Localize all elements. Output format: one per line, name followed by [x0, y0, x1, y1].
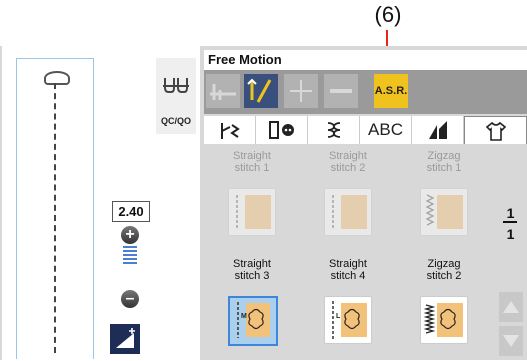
- speed-wedge-button[interactable]: [110, 324, 140, 354]
- sewing-machine-screen: QC/QO 2.40 + – Free Motion A.S.R. ABC St…: [0, 46, 527, 360]
- length-bars-icon: [123, 246, 137, 266]
- tab-decorative-stitch[interactable]: [308, 116, 360, 144]
- straight-stitch-icon: [228, 188, 276, 236]
- presser-foot-icon: [44, 71, 70, 85]
- quilt-icon: [428, 121, 447, 139]
- stitch-zigzag-2[interactable]: Zigzag stitch 2: [402, 252, 486, 352]
- tab-garment[interactable]: [464, 116, 527, 144]
- tab-abc-label: ABC: [368, 120, 403, 139]
- straight-stitch-icon: M: [228, 296, 278, 346]
- stitch-label: Zigzag stitch 2: [426, 258, 462, 282]
- stitch-label: Zigzag stitch 1: [426, 150, 462, 174]
- asr-button[interactable]: A.S.R.: [374, 74, 408, 108]
- shirt-icon: [485, 121, 506, 141]
- needle-plate-icon: [163, 78, 189, 93]
- decrease-button[interactable]: –: [121, 290, 139, 308]
- qc-qo-label: QC/QO: [160, 116, 191, 126]
- page-total: 1: [506, 226, 515, 242]
- page-indicator: 1 1: [494, 144, 527, 360]
- triangle-down-icon: [503, 335, 519, 347]
- needle-plate-icon[interactable]: [206, 74, 240, 108]
- stitch-label: Straight stitch 1: [233, 150, 271, 174]
- stitch-label: Straight stitch 2: [329, 150, 367, 174]
- zigzag-stitch-icon: [420, 188, 468, 236]
- cross-icon[interactable]: [284, 74, 318, 108]
- stitch-line: [54, 83, 56, 353]
- needle-up-down-icon[interactable]: [244, 74, 278, 108]
- tab-quilt[interactable]: [412, 116, 464, 144]
- straight-stitch-icon: [324, 188, 372, 236]
- zigzag-stitch-icon: [420, 296, 468, 344]
- stitch-straight-1[interactable]: Straight stitch 1: [210, 144, 294, 244]
- page-current: 1: [506, 205, 515, 221]
- left-panel: QC/QO 2.40 + –: [2, 46, 200, 360]
- straight-stitch-icon: L: [324, 296, 372, 344]
- stitch-grid: Straight stitch 1 Straight stitch 2 Zigzag…: [204, 144, 494, 360]
- tab-alphabet[interactable]: ABC: [360, 116, 412, 144]
- page-down-button[interactable]: [499, 326, 523, 356]
- stitch-straight-4[interactable]: Straight stitch 4 L: [306, 252, 390, 352]
- category-tabs: ABC: [204, 116, 527, 144]
- increase-button[interactable]: +: [121, 226, 139, 244]
- stitch-label: Straight stitch 3: [233, 258, 271, 282]
- tab-buttonhole[interactable]: [256, 116, 308, 144]
- tab-utility-stitch[interactable]: [204, 116, 256, 144]
- svg-text:L: L: [336, 313, 341, 320]
- triangle-up-icon: [503, 301, 519, 313]
- stitch-zigzag-1[interactable]: Zigzag stitch 1: [402, 144, 486, 244]
- buttonhole-icon: [268, 121, 294, 139]
- callout-label: (6): [374, 2, 402, 27]
- mode-title: Free Motion: [204, 50, 527, 70]
- stitch-length-value: 2.40: [112, 201, 150, 222]
- svg-text:M: M: [241, 313, 247, 320]
- stitch-straight-3[interactable]: Straight stitch 3 M: [210, 252, 294, 352]
- stitch-straight-2[interactable]: Straight stitch 2: [306, 144, 390, 244]
- toolbar: A.S.R.: [204, 70, 527, 114]
- stitch-preview: [16, 58, 94, 359]
- qc-qo-button[interactable]: QC/QO: [156, 58, 196, 134]
- stitch-label: Straight stitch 4: [329, 258, 367, 282]
- page-up-button[interactable]: [499, 292, 523, 322]
- utility-stitch-icon: [220, 123, 240, 139]
- dash-icon[interactable]: [324, 74, 358, 108]
- decorative-stitch-icon: [327, 122, 340, 138]
- fraction-bar: [503, 221, 517, 223]
- wedge-icon: [116, 328, 135, 348]
